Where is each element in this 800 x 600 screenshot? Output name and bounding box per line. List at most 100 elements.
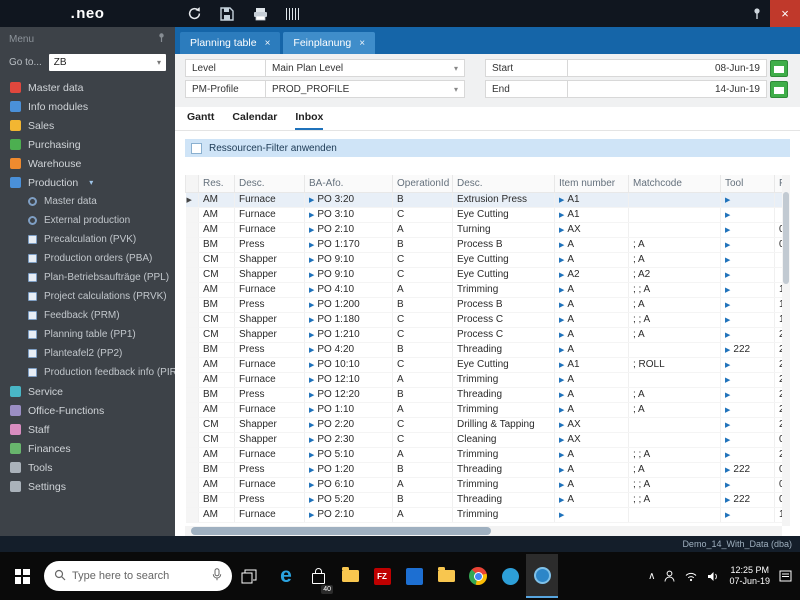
table-row[interactable]: AM Furnace ▶ PO 3:10 C Eye Cutting ▶ A1 ▶ [185,207,790,223]
sidebar-item-sales[interactable]: Sales [0,116,175,135]
table-row[interactable]: AMFurnace▶PO 1:10ATrimming▶A; A▶27-J [185,402,790,418]
drilldown-arrow-icon[interactable]: ▶ [309,317,314,324]
sidebar-item-plan-betriebsauftr-ge-ppl[interactable]: Plan-Betriebsaufträge (PPL) [0,268,175,287]
resource-filter-row[interactable]: Ressourcen-Filter anwenden [185,139,790,157]
row-selector[interactable] [185,462,199,478]
refresh-button[interactable] [185,5,203,23]
close-icon[interactable]: × [265,38,271,49]
drilldown-arrow-icon[interactable]: ▶ [559,197,564,204]
drilldown-arrow-icon[interactable]: ▶ [309,302,314,309]
tray-user-icon[interactable] [664,570,675,582]
barcode-button[interactable] [284,5,302,23]
column-header-desc[interactable]: Desc. [452,175,555,193]
row-selector[interactable] [185,447,199,463]
table-row[interactable]: AMFurnace▶PO 4:10ATrimming▶A; ; A▶12-J [185,282,790,298]
close-window-button[interactable]: × [770,0,800,27]
drilldown-arrow-icon[interactable]: ▶ [559,257,564,264]
column-header-tool[interactable]: Tool [720,175,775,193]
table-row[interactable]: BMPress▶PO 1:170BProcess B▶A; A▶07-J [185,237,790,253]
drilldown-arrow-icon[interactable]: ▶ [309,497,314,504]
action-center-icon[interactable] [779,570,792,582]
drilldown-arrow-icon[interactable]: ▶ [559,452,564,459]
taskbar-app-blue-2[interactable] [494,554,526,598]
row-selector[interactable] [185,267,199,283]
row-selector[interactable] [185,207,199,223]
tray-network-icon[interactable] [684,571,698,582]
column-header-matchcode[interactable]: Matchcode [628,175,721,193]
drilldown-arrow-icon[interactable]: ▶ [309,467,314,474]
task-view-button[interactable] [232,552,266,600]
drilldown-arrow-icon[interactable]: ▶ [309,407,314,414]
sidebar-item-settings[interactable]: Settings [0,477,175,496]
sidebar-item-production[interactable]: Production ▾ [0,173,175,192]
sidebar-pin-icon[interactable] [157,32,166,46]
table-row[interactable]: CM Shapper ▶ PO 9:10 C Eye Cutting ▶ A; A ▶ [185,252,790,268]
drilldown-arrow-icon[interactable]: ▶ [725,497,730,504]
drilldown-arrow-icon[interactable]: ▶ [725,287,730,294]
row-selector[interactable] [185,477,199,493]
drilldown-arrow-icon[interactable]: ▶ [559,227,564,234]
column-header-ba-afo[interactable]: BA-Afo. [304,175,393,193]
sidebar-item-feedback-prm[interactable]: Feedback (PRM) [0,306,175,325]
drilldown-arrow-icon[interactable]: ▶ [725,512,730,519]
sidebar-item-purchasing[interactable]: Purchasing [0,135,175,154]
table-row[interactable]: BMPress▶PO 5:20BThreading▶A; ; A▶22205-J [185,492,790,508]
drilldown-arrow-icon[interactable]: ▶ [559,302,564,309]
column-header-item-number[interactable]: Item number [554,175,629,193]
table-row[interactable]: CMShapper▶PO 1:180CProcess C▶A; ; A▶14-J [185,312,790,328]
drilldown-arrow-icon[interactable]: ▶ [725,227,730,234]
tab-feinplanung[interactable]: Feinplanung × [283,32,376,54]
drilldown-arrow-icon[interactable]: ▶ [725,347,730,354]
taskbar-app-chrome[interactable] [462,554,494,598]
taskbar-app-blue-1[interactable] [398,554,430,598]
table-row[interactable]: AMFurnace▶PO 6:10ATrimming▶A; ; A▶05-J [185,477,790,493]
row-selector[interactable] [185,282,199,298]
drilldown-arrow-icon[interactable]: ▶ [559,512,564,519]
sidebar-item-tools[interactable]: Tools [0,458,175,477]
drilldown-arrow-icon[interactable]: ▶ [309,227,314,234]
drilldown-arrow-icon[interactable]: ▶ [309,452,314,459]
taskbar-app-store[interactable]: 40 [302,554,334,598]
level-select[interactable]: Main Plan Level ▾ [265,59,465,77]
row-selector[interactable] [185,342,199,358]
horizontal-scrollbar[interactable] [185,526,782,536]
drilldown-arrow-icon[interactable]: ▶ [309,242,314,249]
row-selector[interactable] [185,432,199,448]
drilldown-arrow-icon[interactable]: ▶ [559,467,564,474]
drilldown-arrow-icon[interactable]: ▶ [559,347,564,354]
drilldown-arrow-icon[interactable]: ▶ [725,272,730,279]
subtab-calendar[interactable]: Calendar [232,111,277,130]
drilldown-arrow-icon[interactable]: ▶ [725,392,730,399]
sidebar-item-warehouse[interactable]: Warehouse [0,154,175,173]
sidebar-item-production-feedback-info-pirm[interactable]: Production feedback info (PIRM) [0,363,175,382]
horizontal-scrollbar-thumb[interactable] [191,527,491,535]
drilldown-arrow-icon[interactable]: ▶ [725,242,730,249]
drilldown-arrow-icon[interactable]: ▶ [309,272,314,279]
drilldown-arrow-icon[interactable]: ▶ [725,257,730,264]
row-selector[interactable] [185,327,199,343]
drilldown-arrow-icon[interactable]: ▶ [725,452,730,459]
pin-button[interactable] [744,0,770,27]
table-row[interactable]: BMPress▶PO 1:200BProcess B▶A; A▶14-J [185,297,790,313]
table-row[interactable]: AMFurnace▶PO 12:10ATrimming▶A▶25-J [185,372,790,388]
drilldown-arrow-icon[interactable]: ▶ [725,197,730,204]
table-row[interactable]: AMFurnace▶PO 5:10ATrimming▶A; ; A▶23-J [185,447,790,463]
taskbar-app-file-explorer[interactable] [334,554,366,598]
subtab-gantt[interactable]: Gantt [187,111,214,130]
drilldown-arrow-icon[interactable]: ▶ [725,362,730,369]
drilldown-arrow-icon[interactable]: ▶ [559,482,564,489]
drilldown-arrow-icon[interactable]: ▶ [309,437,314,444]
calendar-icon[interactable] [770,59,788,77]
drilldown-arrow-icon[interactable]: ▶ [309,362,314,369]
end-date-field[interactable]: 14-Jun-19 [567,80,767,98]
drilldown-arrow-icon[interactable]: ▶ [309,392,314,399]
sidebar-item-info-modules[interactable]: Info modules [0,97,175,116]
drilldown-arrow-icon[interactable]: ▶ [559,497,564,504]
table-row[interactable]: AMFurnace▶PO 2:10ATrimming▶▶17-J [185,507,790,523]
sidebar-item-office-functions[interactable]: Office-Functions [0,401,175,420]
drilldown-arrow-icon[interactable]: ▶ [725,212,730,219]
table-row[interactable]: AMFurnace▶PO 2:10ATurning▶AX▶07-J [185,222,790,238]
close-icon[interactable]: × [359,38,365,49]
column-header-res[interactable]: Res. [198,175,235,193]
drilldown-arrow-icon[interactable]: ▶ [559,287,564,294]
